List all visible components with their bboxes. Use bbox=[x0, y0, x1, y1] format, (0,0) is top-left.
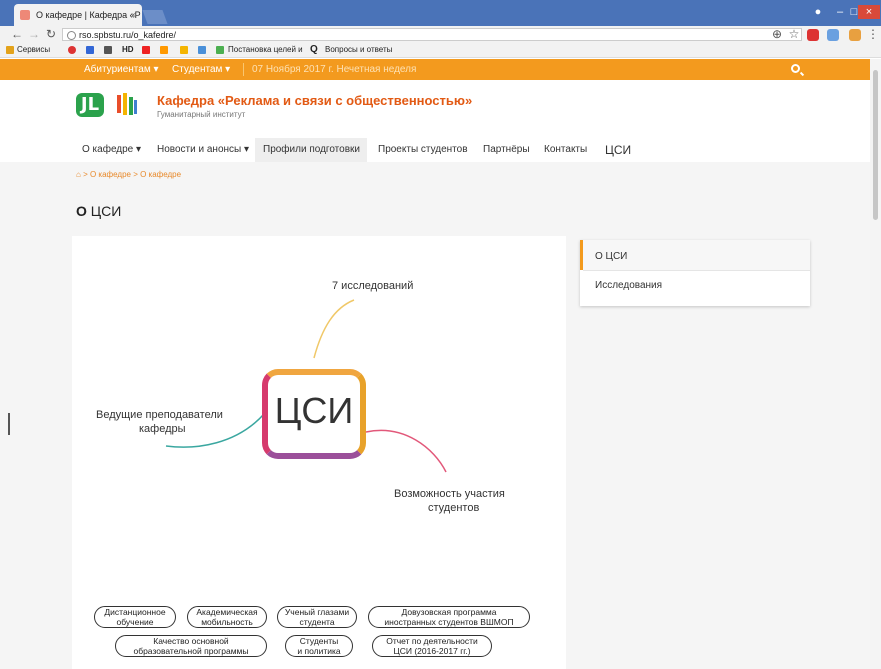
extension-icon[interactable] bbox=[827, 29, 839, 41]
bookmark-faq[interactable]: Вопросы и ответы bbox=[325, 43, 392, 57]
mindmap-left-label-2: кафедры bbox=[139, 423, 186, 435]
topic-pill[interactable]: Студенты и политика bbox=[285, 635, 353, 657]
bookmark-icon[interactable] bbox=[180, 46, 188, 54]
scrollbar-thumb[interactable] bbox=[873, 70, 878, 220]
mindmap-top-label: 7 исследований bbox=[332, 280, 414, 292]
reload-icon[interactable]: ↻ bbox=[44, 26, 58, 43]
menu-icon[interactable]: ⋮ bbox=[866, 26, 880, 43]
page-info-icon[interactable] bbox=[67, 31, 76, 40]
bookmark-icon[interactable] bbox=[68, 46, 76, 54]
bookmark-q-icon[interactable]: Q bbox=[310, 43, 318, 57]
tab-title: О кафедре | Кафедра «Р bbox=[36, 10, 141, 20]
topnav-students[interactable]: Студентам ▾ bbox=[172, 59, 230, 80]
bookmark-icon[interactable] bbox=[104, 46, 112, 54]
extension-icon[interactable] bbox=[849, 29, 861, 41]
forward-icon[interactable]: → bbox=[27, 26, 41, 43]
favicon-icon bbox=[20, 10, 30, 20]
bookmark-star-icon[interactable]: ☆ bbox=[787, 26, 801, 43]
tab-close-icon[interactable]: × bbox=[131, 4, 136, 26]
sidebar-item-research[interactable]: Исследования bbox=[595, 280, 662, 291]
bookmark-hd[interactable]: HD bbox=[122, 43, 134, 57]
topic-pill[interactable]: Дистанционное обучение bbox=[94, 606, 176, 628]
mindmap-right-label-2: студентов bbox=[428, 502, 480, 514]
nav-about[interactable]: О кафедре ▾ bbox=[82, 138, 141, 162]
nav-contacts[interactable]: Контакты bbox=[544, 138, 587, 162]
current-date: 07 Ноября 2017 г. Нечетная неделя bbox=[252, 64, 417, 75]
bookmark-icon[interactable] bbox=[198, 46, 206, 54]
mindmap-right-label-1: Возможность участия bbox=[394, 488, 505, 500]
bookmark-icon[interactable] bbox=[216, 46, 224, 54]
address-bar[interactable]: rso.spbstu.ru/o_kafedre/ bbox=[62, 28, 802, 41]
topic-pill[interactable]: Довузовская программа иностранных студент… bbox=[368, 606, 530, 628]
browser-tab[interactable]: О кафедре | Кафедра «Р × bbox=[14, 4, 142, 26]
bookmark-icon[interactable] bbox=[160, 46, 168, 54]
apps-icon[interactable] bbox=[6, 46, 14, 54]
bookmark-goals[interactable]: Постановка целей и bbox=[228, 43, 303, 57]
rso-logo-icon[interactable] bbox=[116, 92, 138, 118]
page-title: О ЦСИ bbox=[76, 203, 122, 219]
extension-icon[interactable] bbox=[807, 29, 819, 41]
back-icon[interactable]: ← bbox=[10, 26, 24, 43]
close-window-button[interactable]: × bbox=[858, 5, 880, 19]
search-icon[interactable] bbox=[791, 64, 800, 73]
home-icon[interactable]: ⌂ bbox=[76, 170, 81, 179]
breadcrumb[interactable]: ⌂ > О кафедре > О кафедре bbox=[76, 170, 181, 179]
bookmark-icon[interactable] bbox=[86, 46, 94, 54]
topic-pill[interactable]: Качество основной образовательной програм… bbox=[115, 635, 267, 657]
nav-partners[interactable]: Партнёры bbox=[483, 138, 530, 162]
topic-pill[interactable]: Академическая мобильность bbox=[187, 606, 267, 628]
url-text: rso.spbstu.ru/o_kafedre/ bbox=[79, 30, 177, 40]
nav-news[interactable]: Новости и анонсы ▾ bbox=[157, 138, 249, 162]
nav-profiles[interactable]: Профили подготовки bbox=[263, 138, 360, 162]
nav-csi[interactable]: ЦСИ bbox=[605, 138, 631, 162]
nav-projects[interactable]: Проекты студентов bbox=[378, 138, 468, 162]
sidebar-item-about-csi[interactable]: О ЦСИ bbox=[595, 251, 627, 262]
bookmark-services[interactable]: Сервисы bbox=[17, 43, 50, 57]
zoom-icon[interactable]: ⊕ bbox=[770, 26, 784, 43]
divider bbox=[583, 270, 810, 271]
divider bbox=[243, 63, 244, 76]
topic-pill[interactable]: Отчет по деятельности ЦСИ (2016-2017 гг.) bbox=[372, 635, 492, 657]
topnav-applicants[interactable]: Абитуриентам ▾ bbox=[84, 59, 159, 80]
site-title[interactable]: Кафедра «Реклама и связи с общественност… bbox=[157, 93, 472, 108]
mindmap-left-label-1: Ведущие преподаватели bbox=[96, 409, 223, 421]
site-subtitle: Гуманитарный институт bbox=[157, 110, 246, 119]
sidebar-active-indicator bbox=[580, 240, 583, 270]
topic-pill[interactable]: Ученый глазами студента bbox=[277, 606, 357, 628]
department-logo[interactable]: JL bbox=[76, 93, 104, 117]
mindmap-center-label: ЦСИ bbox=[274, 390, 354, 431]
bookmark-icon[interactable] bbox=[142, 46, 150, 54]
breadcrumb-text[interactable]: > О кафедре > О кафедре bbox=[83, 170, 181, 179]
profile-icon[interactable]: ● bbox=[807, 5, 829, 19]
left-edge-marker bbox=[8, 413, 10, 435]
